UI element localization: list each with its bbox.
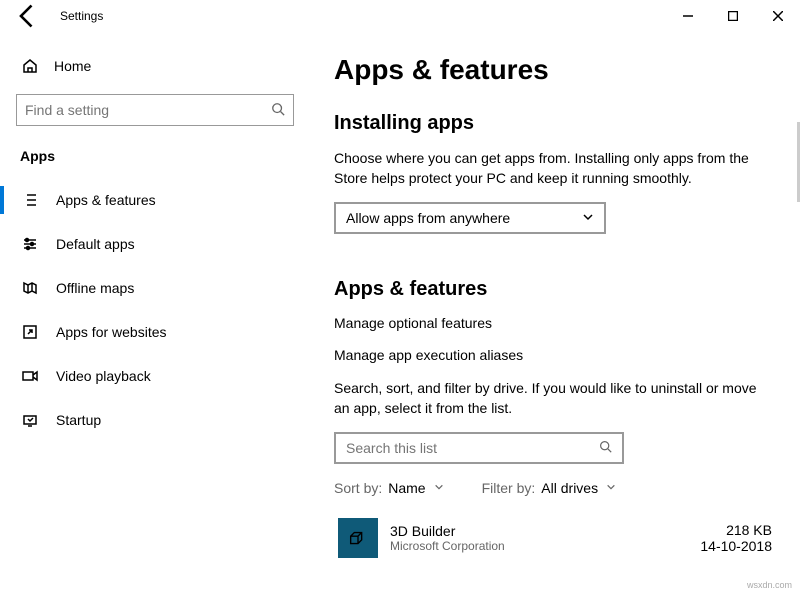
- sidebar-item-offline-maps[interactable]: Offline maps: [16, 266, 294, 310]
- app-size: 218 KB: [700, 522, 772, 538]
- sidebar-category: Apps: [20, 148, 294, 164]
- app-icon: [338, 518, 378, 558]
- page-title: Apps & features: [334, 54, 776, 86]
- features-desc: Search, sort, and filter by drive. If yo…: [334, 379, 774, 418]
- sidebar-item-default-apps[interactable]: Default apps: [16, 222, 294, 266]
- sidebar-item-label: Apps & features: [56, 192, 156, 208]
- sidebar-item-startup[interactable]: Startup: [16, 398, 294, 442]
- app-search[interactable]: [334, 432, 624, 464]
- home-label: Home: [54, 58, 91, 74]
- search-icon: [599, 440, 612, 456]
- defaults-icon: [22, 236, 38, 252]
- sidebar-item-video-playback[interactable]: Video playback: [16, 354, 294, 398]
- app-list-item[interactable]: 3D Builder Microsoft Corporation 218 KB …: [334, 514, 776, 558]
- chevron-down-icon: [582, 210, 594, 226]
- sidebar-item-apps-websites[interactable]: Apps for websites: [16, 310, 294, 354]
- manage-aliases-link[interactable]: Manage app execution aliases: [334, 347, 776, 363]
- main-content: Apps & features Installing apps Choose w…: [310, 32, 800, 594]
- app-date: 14-10-2018: [700, 538, 772, 554]
- video-icon: [22, 368, 38, 384]
- close-button[interactable]: [755, 0, 800, 32]
- minimize-button[interactable]: [665, 0, 710, 32]
- app-search-input[interactable]: [346, 440, 599, 456]
- maximize-button[interactable]: [710, 0, 755, 32]
- sidebar-item-apps-features[interactable]: Apps & features: [16, 178, 294, 222]
- titlebar: Settings: [0, 0, 800, 32]
- map-icon: [22, 280, 38, 296]
- sidebar-item-label: Video playback: [56, 368, 151, 384]
- back-button[interactable]: [14, 2, 42, 30]
- watermark: wsxdn.com: [747, 580, 792, 590]
- sort-control[interactable]: Sort by: Name: [334, 480, 444, 496]
- window-title: Settings: [60, 9, 103, 23]
- sidebar-item-label: Default apps: [56, 236, 135, 252]
- open-icon: [22, 324, 38, 340]
- sidebar-search[interactable]: [16, 94, 294, 126]
- features-title: Apps & features: [334, 278, 776, 301]
- app-name: 3D Builder: [390, 523, 688, 539]
- manage-optional-link[interactable]: Manage optional features: [334, 315, 776, 331]
- list-icon: [22, 192, 38, 208]
- sidebar-item-label: Apps for websites: [56, 324, 167, 340]
- chevron-down-icon: [606, 482, 616, 495]
- sort-value: Name: [388, 480, 425, 496]
- install-source-dropdown[interactable]: Allow apps from anywhere: [334, 202, 606, 234]
- sidebar-item-label: Startup: [56, 412, 101, 428]
- app-publisher: Microsoft Corporation: [390, 539, 688, 553]
- home-icon: [22, 58, 38, 74]
- sidebar-item-label: Offline maps: [56, 280, 134, 296]
- sidebar: Home Apps Apps & features Default apps O…: [0, 32, 310, 594]
- search-icon: [271, 102, 285, 119]
- filter-control[interactable]: Filter by: All drives: [482, 480, 616, 496]
- chevron-down-icon: [434, 482, 444, 495]
- filter-value: All drives: [541, 480, 598, 496]
- installing-desc: Choose where you can get apps from. Inst…: [334, 149, 774, 188]
- installing-title: Installing apps: [334, 112, 776, 135]
- sidebar-search-input[interactable]: [25, 102, 271, 118]
- startup-icon: [22, 412, 38, 428]
- filter-label: Filter by:: [482, 480, 536, 496]
- home-link[interactable]: Home: [22, 58, 294, 74]
- sort-label: Sort by:: [334, 480, 382, 496]
- dropdown-value: Allow apps from anywhere: [346, 210, 510, 226]
